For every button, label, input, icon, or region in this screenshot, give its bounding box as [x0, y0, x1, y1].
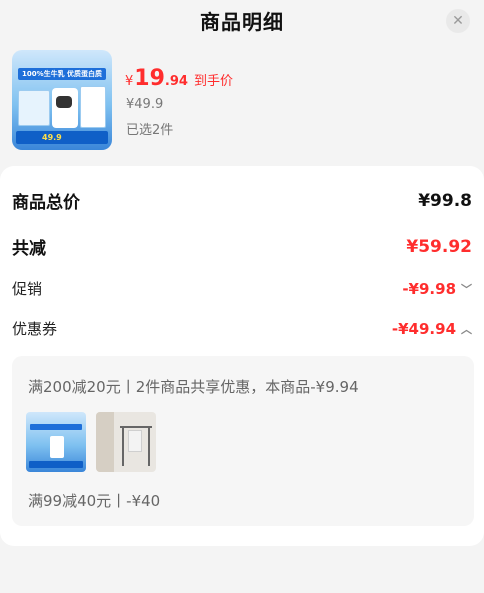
- rack-cloth: [128, 430, 142, 452]
- mini-thumb-cow: [50, 436, 64, 458]
- chevron-up-icon[interactable]: ︿: [461, 321, 472, 337]
- coupon-value: -¥49.94: [391, 319, 456, 338]
- page-title: 商品明细: [200, 9, 284, 34]
- total-price-value: ¥99.8: [418, 190, 472, 211]
- rack-leg-left: [122, 426, 124, 466]
- mini-thumb-strip: [29, 461, 83, 468]
- rack-background: [96, 412, 114, 472]
- price-tag: 到手价: [193, 74, 233, 89]
- thumbnail-price-strip: 49.9: [16, 131, 108, 144]
- total-reduction-row: 共减 ¥59.92: [12, 234, 472, 260]
- original-price: ¥49.9: [126, 97, 164, 112]
- coupon-detail-line-1: 满200减20元丨2件商品共享优惠，本商品-¥9.94: [28, 378, 359, 396]
- cow-illustration: [52, 88, 78, 128]
- price-integer: 19: [134, 66, 165, 91]
- milk-product-thumbnail[interactable]: [26, 412, 86, 472]
- header: 商品明细 ✕: [0, 0, 484, 40]
- milk-box-left: [18, 90, 50, 126]
- milk-box-right: [80, 86, 106, 128]
- thumbnail-banner-text: 100%生牛乳 优质蛋白质: [18, 68, 106, 80]
- rack-leg-right: [148, 426, 150, 466]
- promotion-label: 促销: [12, 280, 43, 298]
- product-summary: 100%生牛乳 优质蛋白质 49.9 ¥ 19 .94 到手价 ¥49.9 已选…: [12, 50, 472, 150]
- coupon-label: 优惠券: [12, 320, 58, 338]
- total-price-label: 商品总价: [12, 193, 80, 213]
- promotion-value-wrap: -¥9.98 ﹀: [402, 280, 472, 298]
- price-breakdown-card: 商品总价 ¥99.8 共减 ¥59.92 促销 -¥9.98 ﹀ 优惠券 -¥4…: [0, 166, 484, 546]
- selected-count: 已选2件: [126, 123, 174, 138]
- mini-thumb-banner: [30, 424, 82, 430]
- coupon-row[interactable]: 优惠券 -¥49.94 ︿: [12, 318, 472, 339]
- currency-symbol: ¥: [125, 74, 134, 89]
- coupon-value-wrap: -¥49.94 ︿: [392, 320, 472, 338]
- chevron-down-icon[interactable]: ﹀: [461, 281, 472, 297]
- product-thumbnail[interactable]: 100%生牛乳 优质蛋白质 49.9: [12, 50, 112, 150]
- total-reduction-label: 共减: [12, 239, 46, 259]
- promotion-value: -¥9.98: [402, 279, 456, 298]
- coupon-detail-line-2: 满99减40元丨-¥40: [28, 492, 161, 510]
- promotion-row[interactable]: 促销 -¥9.98 ﹀: [12, 278, 472, 299]
- price-decimal: .94: [164, 74, 188, 89]
- total-reduction-value: ¥59.92: [406, 236, 472, 257]
- final-price: ¥ 19 .94 到手价: [125, 66, 233, 91]
- total-price-row: 商品总价 ¥99.8: [12, 188, 472, 214]
- clothes-rack-thumbnail[interactable]: [96, 412, 156, 472]
- coupon-detail-box: 满200减20元丨2件商品共享优惠，本商品-¥9.94 满99减40元丨-¥40: [12, 356, 474, 526]
- close-icon[interactable]: ✕: [446, 9, 470, 33]
